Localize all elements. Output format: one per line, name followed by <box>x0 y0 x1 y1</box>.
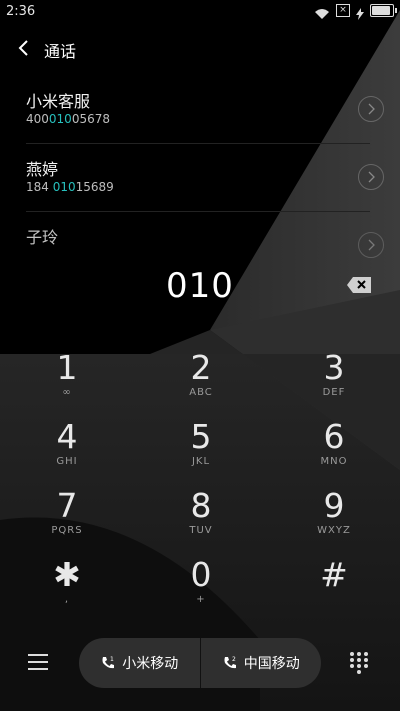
contact-suggestions: 小米客服 40001005678 燕婷 184 01015689 子玲 <box>0 76 400 280</box>
dialpad-toggle-button[interactable] <box>350 652 370 674</box>
key-star[interactable]: ✱, <box>0 553 134 622</box>
key-2[interactable]: 2 ABC <box>134 346 268 415</box>
dial-display: 010 <box>0 262 400 312</box>
status-time: 2:36 <box>6 4 36 19</box>
key-hash[interactable]: # <box>268 553 400 622</box>
chevron-right-icon <box>368 103 375 115</box>
bottom-bar: 1 小米移动 2 中国移动 <box>0 636 400 692</box>
dialed-number: 010 <box>166 266 234 306</box>
backspace-button[interactable] <box>346 276 372 294</box>
key-5[interactable]: 5 JKL <box>134 415 268 484</box>
contact-detail-button[interactable] <box>358 96 384 122</box>
hamburger-icon <box>28 654 48 670</box>
call-sim1-label: 小米移动 <box>122 656 179 672</box>
key-8[interactable]: 8 TUV <box>134 484 268 553</box>
phone-sim2-icon: 2 <box>224 656 236 669</box>
contact-name: 子玲 <box>26 228 59 247</box>
chevron-right-icon <box>368 239 375 251</box>
key-7[interactable]: 7 PQRS <box>0 484 134 553</box>
back-button[interactable] <box>14 36 34 60</box>
wifi-icon <box>314 5 330 19</box>
status-bar: 2:36 × <box>0 0 400 24</box>
call-buttons: 1 小米移动 2 中国移动 <box>79 638 321 688</box>
no-sim-icon: × <box>336 4 350 17</box>
contact-number: 184 01015689 <box>26 180 114 194</box>
key-6[interactable]: 6 MNO <box>268 415 400 484</box>
contact-name: 小米客服 <box>26 92 91 111</box>
backspace-icon <box>347 277 371 293</box>
contact-detail-button[interactable] <box>358 232 384 258</box>
call-sim1-button[interactable]: 1 小米移动 <box>79 638 200 688</box>
voicemail-icon: ∞ <box>62 387 72 398</box>
contact-detail-button[interactable] <box>358 164 384 190</box>
header: 通话 <box>0 30 400 66</box>
battery-icon <box>370 4 397 17</box>
key-3[interactable]: 3 DEF <box>268 346 400 415</box>
contact-name: 燕婷 <box>26 160 59 179</box>
page-title: 通话 <box>44 42 77 61</box>
svg-text:1: 1 <box>110 656 114 663</box>
charging-icon <box>356 5 364 20</box>
call-sim2-button[interactable]: 2 中国移动 <box>201 638 322 688</box>
key-9[interactable]: 9 WXYZ <box>268 484 400 553</box>
contact-item[interactable]: 小米客服 40001005678 <box>0 76 400 144</box>
contact-number: 40001005678 <box>26 112 110 126</box>
chevron-right-icon <box>368 171 375 183</box>
svg-text:2: 2 <box>232 656 236 663</box>
dial-keypad: 1 ∞ 2 ABC 3 DEF 4 GHI 5 JKL 6 MNO 7 PQRS 8 TUV 9… <box>0 346 400 622</box>
key-1[interactable]: 1 ∞ <box>0 346 134 415</box>
call-sim2-label: 中国移动 <box>243 656 300 672</box>
menu-button[interactable] <box>28 654 48 672</box>
key-0[interactable]: 0 + <box>134 553 268 622</box>
contact-item[interactable]: 燕婷 184 01015689 <box>0 144 400 212</box>
key-4[interactable]: 4 GHI <box>0 415 134 484</box>
phone-sim1-icon: 1 <box>102 656 115 669</box>
chevron-left-icon <box>18 40 28 56</box>
